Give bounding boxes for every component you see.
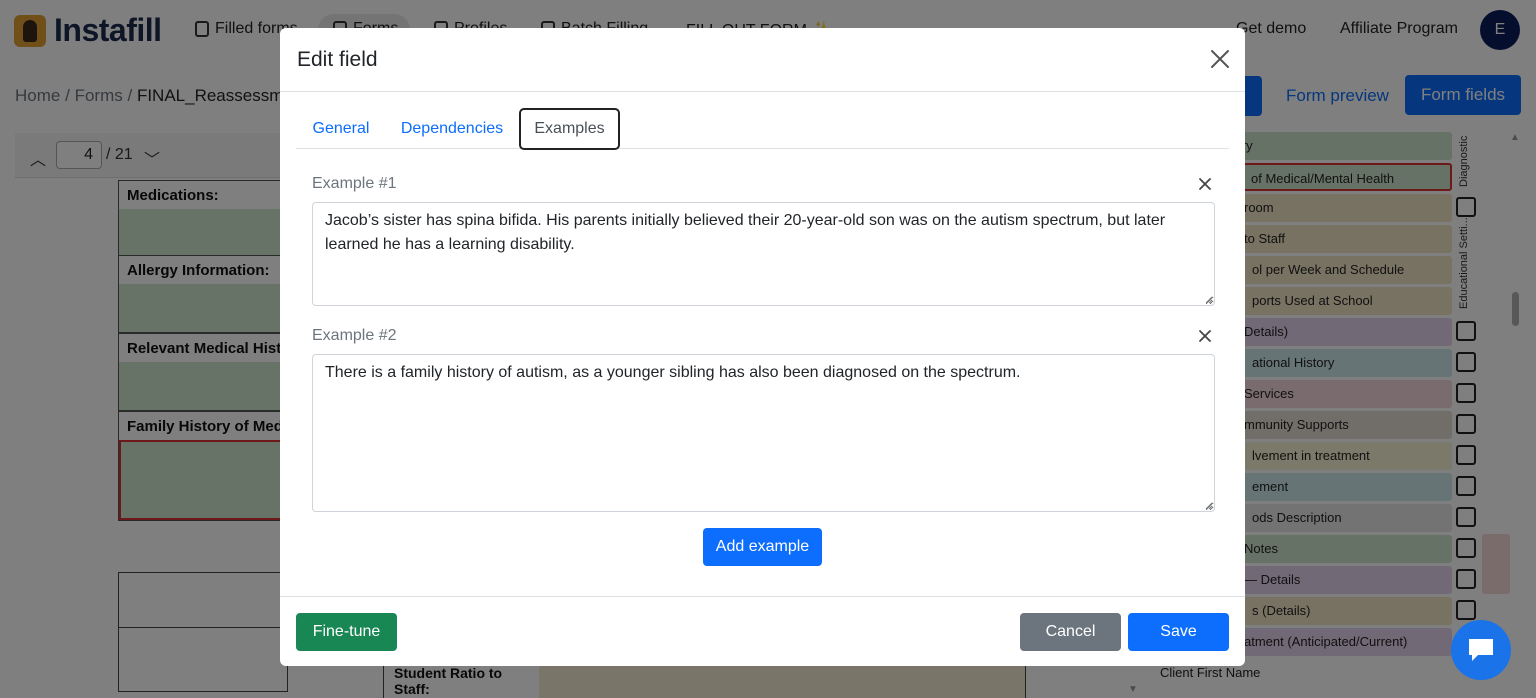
tab-examples[interactable]: Examples <box>519 108 620 150</box>
modal-title: Edit field <box>297 48 378 71</box>
example-textarea[interactable]: There is a family history of autism, as … <box>312 354 1215 512</box>
example-label: Example #1 <box>312 175 397 192</box>
example-label: Example #2 <box>312 327 397 344</box>
cancel-button[interactable]: Cancel <box>1020 613 1121 651</box>
modal-header: Edit field <box>280 28 1245 92</box>
modal-footer: Fine-tune Cancel Save <box>280 596 1245 666</box>
tab-general[interactable]: General <box>296 108 386 149</box>
fine-tune-button[interactable]: Fine-tune <box>296 613 397 651</box>
save-button[interactable]: Save <box>1128 613 1229 651</box>
tab-dependencies[interactable]: Dependencies <box>386 108 518 149</box>
modal-tabs: General Dependencies Examples <box>296 108 1229 150</box>
edit-field-modal: Edit field General Dependencies Examples… <box>280 28 1245 666</box>
add-example-button[interactable]: Add example <box>703 528 822 566</box>
remove-example-icon[interactable] <box>1198 177 1212 191</box>
chat-widget-button[interactable] <box>1451 620 1511 680</box>
chat-icon <box>1469 639 1493 661</box>
remove-example-icon[interactable] <box>1198 329 1212 343</box>
close-icon[interactable] <box>1207 46 1233 72</box>
example-textarea[interactable]: Jacob’s sister has spina bifida. His par… <box>312 202 1215 306</box>
